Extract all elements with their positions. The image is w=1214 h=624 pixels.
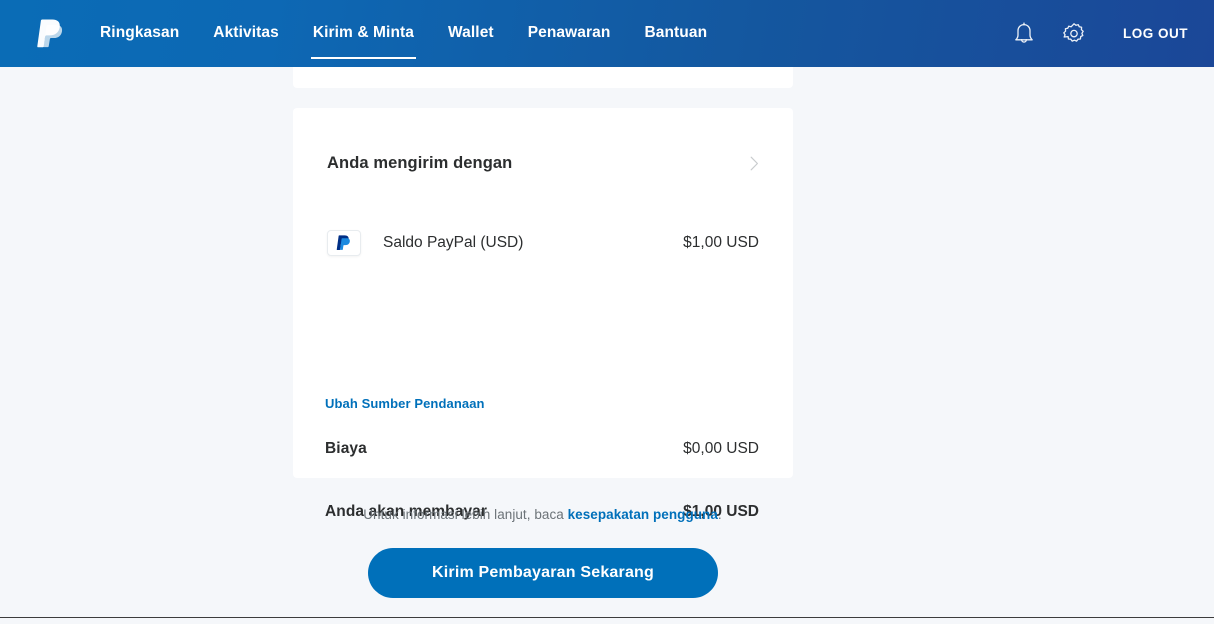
paypal-logo-icon: [327, 230, 361, 256]
bell-icon[interactable]: [1005, 15, 1043, 53]
user-agreement-link[interactable]: kesepakatan pengguna: [568, 507, 718, 522]
fee-amount: $0,00 USD: [683, 440, 759, 457]
nav-item-wallet[interactable]: Wallet: [448, 23, 494, 45]
funding-summary-card: Anda mengirim dengan Saldo PayPal (USD) …: [293, 108, 793, 520]
header-actions: LOG OUT: [1005, 0, 1188, 67]
user-agreement-note: Untuk informasi lebih lanjut, baca kesep…: [0, 507, 1085, 522]
fee-row: Biaya $0,00 USD: [325, 440, 759, 458]
window-bottom-edge: [0, 617, 1214, 618]
main-navigation: Ringkasan Aktivitas Kirim & Minta Wallet…: [100, 0, 707, 67]
funding-source-row: Saldo PayPal (USD) $1,00 USD: [327, 230, 759, 256]
change-funding-source-link[interactable]: Ubah Sumber Pendanaan: [325, 396, 485, 411]
send-payment-button[interactable]: Kirim Pembayaran Sekarang: [368, 548, 718, 598]
funding-source-header[interactable]: Anda mengirim dengan: [327, 154, 759, 173]
logout-button[interactable]: LOG OUT: [1123, 26, 1188, 41]
nav-item-bantuan[interactable]: Bantuan: [644, 23, 707, 45]
page-body: Anda mengirim dengan Saldo PayPal (USD) …: [0, 67, 1214, 617]
nav-item-kirim-dan-minta[interactable]: Kirim & Minta: [310, 23, 417, 59]
user-agreement-note-prefix: Untuk informasi lebih lanjut, baca: [363, 507, 568, 522]
fee-label: Biaya: [325, 440, 367, 457]
global-header: Ringkasan Aktivitas Kirim & Minta Wallet…: [0, 0, 1214, 67]
gear-icon[interactable]: [1055, 15, 1093, 53]
previous-card-partial: [293, 67, 793, 88]
funding-source-label: Saldo PayPal (USD): [383, 234, 524, 251]
chevron-right-icon[interactable]: [750, 156, 759, 171]
user-agreement-note-suffix: .: [717, 507, 722, 522]
paypal-logo-icon[interactable]: [36, 17, 66, 51]
nav-item-ringkasan[interactable]: Ringkasan: [100, 23, 179, 45]
nav-item-aktivitas[interactable]: Aktivitas: [213, 23, 279, 45]
page-title: Anda mengirim dengan: [327, 154, 513, 172]
cta-container: Kirim Pembayaran Sekarang: [368, 548, 718, 598]
nav-item-penawaran[interactable]: Penawaran: [528, 23, 611, 45]
funding-source-amount: $1,00 USD: [683, 234, 759, 251]
